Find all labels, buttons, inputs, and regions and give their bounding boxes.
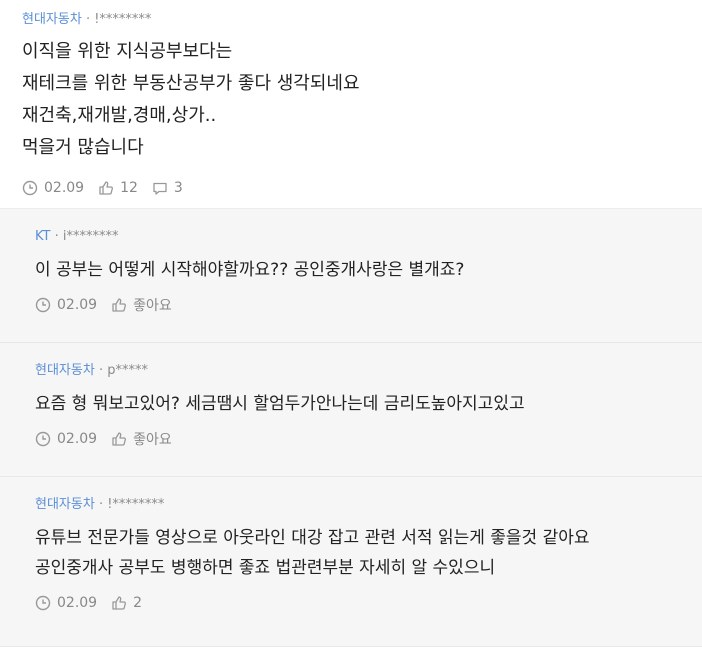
reply-count-button[interactable]: 3	[152, 180, 183, 196]
date-stamp: 02.09	[35, 595, 97, 611]
thumbs-up-icon	[112, 298, 127, 312]
clock-icon	[35, 595, 51, 611]
thumbs-up-icon	[112, 596, 127, 610]
date-stamp: 02.09	[35, 431, 97, 447]
like-count: 2	[133, 595, 143, 611]
like-label: 좋아요	[133, 298, 172, 314]
comment-body: 유튜브 전문가들 영상으로 아웃라인 대강 잡고 관련 서적 읽는게 좋을것 같…	[35, 523, 667, 583]
reply-comment: 현대자동차 · !******** 유튜브 전문가들 영상으로 아웃라인 대강 …	[0, 477, 702, 647]
comment-body: 이 공부는 어떻게 시작해야할까요?? 공인중개사랑은 별개죠?	[35, 255, 667, 285]
date-stamp: 02.09	[22, 180, 84, 196]
date-text: 02.09	[44, 180, 85, 196]
comment-line: 요즘 형 뭐보고있어? 세금땜시 할엄두가안나는데 금리도높아지고있고	[35, 394, 525, 414]
company-name[interactable]: 현대자동차	[35, 497, 95, 512]
meta-separator: ·	[50, 229, 63, 244]
meta-separator: ·	[94, 497, 108, 512]
reply-comment: 현대자동차 · p***** 요즘 형 뭐보고있어? 세금땜시 할엄두가안나는데…	[0, 343, 702, 477]
like-button[interactable]: 2	[111, 595, 142, 611]
date-text: 02.09	[57, 595, 98, 611]
comment-count: 3	[173, 180, 183, 196]
clock-icon	[35, 297, 51, 313]
company-name[interactable]: 현대자동차	[35, 363, 95, 378]
comment-icon	[153, 182, 167, 195]
comment-body: 요즘 형 뭐보고있어? 세금땜시 할엄두가안나는데 금리도높아지고있고	[35, 389, 667, 419]
company-name[interactable]: KT	[35, 229, 50, 244]
comment-actions: 02.09 좋아요	[35, 295, 667, 315]
date-stamp: 02.09	[35, 297, 97, 313]
clock-icon	[35, 431, 51, 447]
like-button[interactable]: 좋아요	[111, 295, 172, 315]
comment-thread: 현대자동차 · !******** 이직을 위한 지식공부보다는 재테크를 위한…	[0, 0, 702, 647]
comment-actions: 02.09 12 3	[22, 178, 680, 198]
reply-comment: KT · i******** 이 공부는 어떻게 시작해야할까요?? 공인중개사…	[0, 209, 702, 343]
comment-line: 먹을거 많습니다	[22, 137, 144, 158]
company-name[interactable]: 현대자동차	[22, 12, 82, 27]
thumbs-up-icon	[99, 181, 114, 195]
comment-line: 이 공부는 어떻게 시작해야할까요?? 공인중개사랑은 별개죠?	[35, 260, 465, 280]
like-button[interactable]: 좋아요	[111, 429, 172, 449]
main-comment: 현대자동차 · !******** 이직을 위한 지식공부보다는 재테크를 위한…	[0, 0, 702, 209]
comment-meta: 현대자동차 · !********	[22, 10, 680, 30]
user-name: i********	[62, 229, 119, 244]
thumbs-up-icon	[112, 432, 127, 446]
meta-separator: ·	[94, 363, 108, 378]
meta-separator: ·	[81, 12, 95, 27]
comment-actions: 02.09 2	[35, 593, 667, 613]
like-button[interactable]: 12	[98, 180, 138, 196]
comment-body: 이직을 위한 지식공부보다는 재테크를 위한 부동산공부가 좋다 생각되네요 재…	[22, 36, 680, 164]
comment-line: 유튜브 전문가들 영상으로 아웃라인 대강 잡고 관련 서적 읽는게 좋을것 같…	[35, 528, 590, 548]
comment-actions: 02.09 좋아요	[35, 429, 667, 449]
comment-line: 공인중개사 공부도 병행하면 좋죠 법관련부분 자세히 알 수있으니	[35, 558, 496, 578]
like-count: 12	[120, 180, 138, 196]
date-text: 02.09	[57, 431, 98, 447]
user-name: !********	[94, 12, 152, 27]
comment-meta: KT · i********	[35, 209, 667, 247]
clock-icon	[22, 180, 38, 196]
user-name: p*****	[107, 363, 148, 378]
comment-meta: 현대자동차 · p*****	[35, 343, 667, 381]
comment-line: 이직을 위한 지식공부보다는	[22, 41, 233, 62]
user-name: !********	[107, 497, 165, 512]
comment-meta: 현대자동차 · !********	[35, 477, 667, 515]
comment-line: 재테크를 위한 부동산공부가 좋다 생각되네요	[22, 73, 360, 94]
like-label: 좋아요	[133, 432, 172, 448]
comment-line: 재건축,재개발,경매,상가..	[22, 105, 217, 126]
date-text: 02.09	[57, 297, 98, 313]
